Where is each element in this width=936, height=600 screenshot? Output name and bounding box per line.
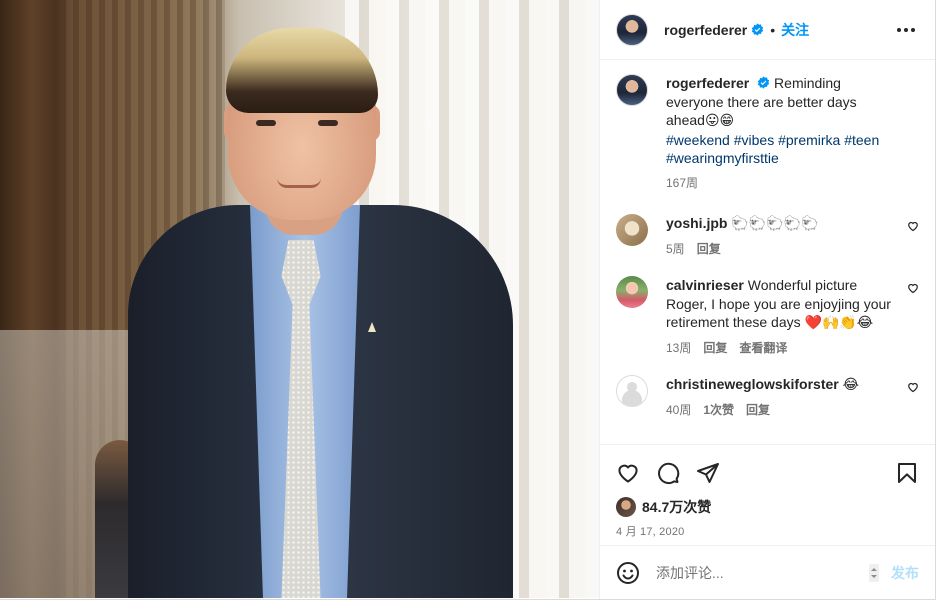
post-photo[interactable] bbox=[0, 0, 599, 598]
caption-avatar[interactable] bbox=[616, 74, 648, 106]
comment-input[interactable] bbox=[656, 564, 869, 581]
comment-bubble-icon[interactable] bbox=[656, 461, 680, 485]
hashtag-teen[interactable]: #teen bbox=[844, 132, 879, 148]
caption-age[interactable]: 167周 bbox=[666, 174, 698, 193]
comment-avatar[interactable] bbox=[616, 276, 648, 308]
hashtag-wearingmyfirsttie[interactable]: #wearingmyfirsttie bbox=[666, 150, 779, 166]
comments-list[interactable]: rogerfederer Reminding everyone there ar… bbox=[600, 60, 935, 444]
action-section: 84.7万次赞 4 月 17, 2020 bbox=[600, 444, 935, 558]
reply-button[interactable]: 回复 bbox=[703, 339, 727, 358]
likes-count[interactable]: 84.7万次赞 bbox=[642, 497, 711, 517]
post-button[interactable]: 发布 bbox=[891, 563, 919, 583]
comment-avatar[interactable] bbox=[616, 375, 648, 407]
heart-icon[interactable] bbox=[616, 461, 640, 485]
comment-like-heart-icon[interactable] bbox=[907, 381, 919, 393]
comment-like-heart-icon[interactable] bbox=[907, 282, 919, 294]
comment-like-heart-icon[interactable] bbox=[907, 220, 919, 232]
follow-button[interactable]: 关注 bbox=[781, 20, 809, 40]
header-separator: • bbox=[770, 21, 776, 38]
comment-username[interactable]: yoshi.jpb bbox=[666, 215, 727, 231]
comment-item: christineweglowskiforster 😂 40周 1次赞 回复 bbox=[616, 375, 919, 419]
comment-likes-count[interactable]: 1次赞 bbox=[703, 401, 734, 420]
post-modal: rogerfederer • 关注 rogerfederer Reminding… bbox=[0, 0, 936, 600]
bookmark-icon[interactable] bbox=[895, 461, 919, 485]
post-date[interactable]: 4 月 17, 2020 bbox=[616, 523, 919, 539]
verified-badge-icon bbox=[757, 76, 770, 89]
author-avatar[interactable] bbox=[616, 13, 648, 46]
post-sidebar: rogerfederer • 关注 rogerfederer Reminding… bbox=[599, 0, 935, 599]
comment-age[interactable]: 40周 bbox=[666, 401, 691, 420]
comment-item: calvinrieser Wonderful picture Roger, I … bbox=[616, 276, 919, 357]
comment-username[interactable]: calvinrieser bbox=[666, 277, 744, 293]
reply-button[interactable]: 回复 bbox=[746, 401, 770, 420]
author-username[interactable]: rogerfederer bbox=[664, 22, 747, 38]
hashtag-weekend[interactable]: #weekend bbox=[666, 132, 730, 148]
paper-plane-icon[interactable] bbox=[696, 461, 720, 485]
more-options-icon[interactable] bbox=[893, 24, 919, 36]
reply-button[interactable]: 回复 bbox=[697, 240, 721, 259]
hashtag-premirka[interactable]: #premirka bbox=[778, 132, 840, 148]
hashtag-vibes[interactable]: #vibes bbox=[734, 132, 774, 148]
comment-item: yoshi.jpb 🐑🐑🐑🐑🐑 5周 回复 bbox=[616, 214, 919, 258]
comment-username[interactable]: christineweglowskiforster bbox=[666, 376, 839, 392]
comment-age[interactable]: 5周 bbox=[666, 240, 685, 259]
smiley-icon[interactable] bbox=[616, 561, 640, 585]
likes-row: 84.7万次赞 bbox=[616, 497, 919, 517]
resize-grip-icon[interactable] bbox=[869, 563, 879, 582]
caption-username[interactable]: rogerfederer bbox=[666, 75, 749, 91]
comment-age[interactable]: 13周 bbox=[666, 339, 691, 358]
verified-badge-icon bbox=[752, 23, 764, 36]
comment-composer: 发布 bbox=[600, 545, 935, 599]
comment-text: 🐑🐑🐑🐑🐑 bbox=[731, 216, 819, 232]
comment-text: 😂 bbox=[842, 377, 859, 393]
post-header: rogerfederer • 关注 bbox=[600, 0, 935, 60]
comment-avatar[interactable] bbox=[616, 214, 648, 246]
see-translation-button[interactable]: 查看翻译 bbox=[739, 339, 787, 358]
comment-emojis: ❤️🙌👏😂 bbox=[804, 315, 874, 331]
liker-avatar[interactable] bbox=[616, 497, 636, 517]
caption: rogerfederer Reminding everyone there ar… bbox=[616, 74, 919, 192]
caption-emojis: 😛😁 bbox=[704, 113, 735, 129]
action-bar bbox=[616, 457, 919, 489]
